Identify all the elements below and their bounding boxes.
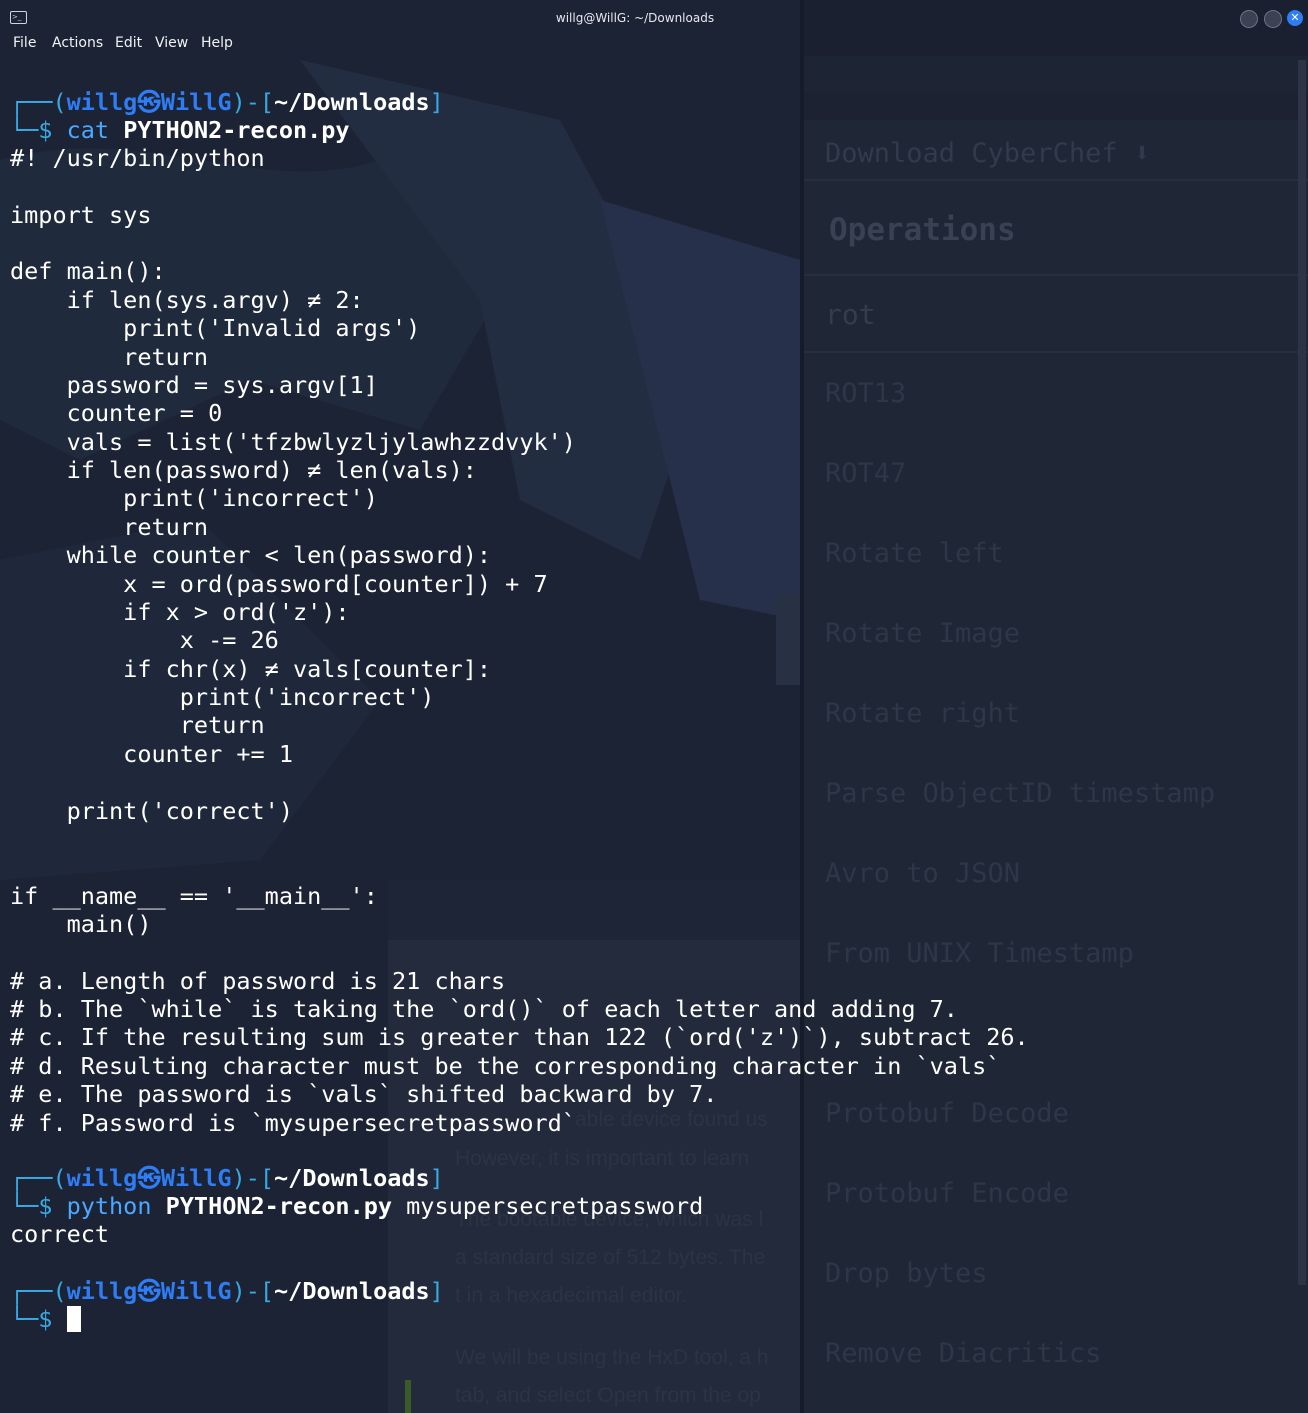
maximize-button[interactable] bbox=[1264, 10, 1282, 28]
menu-edit[interactable]: Edit bbox=[115, 35, 142, 51]
file-line: counter = 0 bbox=[10, 399, 223, 428]
command-extra-arg: mysupersecretpassword bbox=[392, 1192, 704, 1220]
file-line: # b. The `while` is taking the `ord()` o… bbox=[10, 995, 958, 1024]
operation-item[interactable]: Protobuf Decode bbox=[825, 1098, 1069, 1129]
prompt-line: ┌──(willg㉿WillG)-[~/Downloads] bbox=[10, 1164, 444, 1192]
operation-item[interactable]: From UNIX Timestamp bbox=[825, 938, 1134, 969]
article-line: We will be using the HxD tool, a h bbox=[455, 1346, 769, 1369]
file-line: counter += 1 bbox=[10, 739, 293, 768]
file-line: # e. The password is `vals` shifted back… bbox=[10, 1080, 718, 1109]
article-line: t in a hexadecimal editor. bbox=[455, 1284, 688, 1307]
close-button[interactable]: ✕ bbox=[1287, 10, 1303, 26]
file-line: import sys bbox=[10, 200, 152, 229]
close-icon: ✕ bbox=[1290, 11, 1300, 24]
file-line: while counter < len(password): bbox=[10, 541, 492, 570]
file-line: #! /usr/bin/python bbox=[10, 144, 265, 172]
file-line: return bbox=[10, 512, 209, 541]
file-line: # d. Resulting character must be the cor… bbox=[10, 1051, 1001, 1080]
operations-search-input[interactable]: rot bbox=[825, 298, 876, 331]
operation-item[interactable]: Rotate left bbox=[825, 538, 1004, 569]
window-title: willg@WillG: ~/Downloads bbox=[555, 11, 715, 25]
file-line: x = ord(password[counter]) + 7 bbox=[10, 569, 548, 598]
file-line: return bbox=[10, 342, 209, 371]
download-icon: ⬇ bbox=[1133, 138, 1151, 169]
operation-item[interactable]: Remove Diacritics bbox=[825, 1338, 1101, 1369]
article-line: a standard size of 512 bytes. The bbox=[455, 1246, 766, 1269]
current-directory: ~/Downloads bbox=[274, 1164, 430, 1192]
command-line: └─$ python PYTHON2-recon.py mysupersecre… bbox=[10, 1192, 704, 1220]
menu-view[interactable]: View bbox=[155, 35, 188, 51]
command-line: └─$ cat PYTHON2-recon.py bbox=[10, 116, 350, 144]
command-name: python bbox=[66, 1192, 152, 1220]
file-line: x -= 26 bbox=[10, 626, 279, 655]
file-line: print('incorrect') bbox=[10, 484, 378, 513]
user-host: willg㉿WillG bbox=[66, 1277, 232, 1305]
terminal-titlebar[interactable]: >_ willg@WillG: ~/Downloads ✕ bbox=[0, 0, 1308, 34]
article-line: able device found us bbox=[575, 1108, 768, 1131]
text-cursor bbox=[66, 1306, 81, 1332]
operations-title: Operations bbox=[829, 212, 1016, 248]
file-line: return bbox=[10, 711, 265, 740]
article-line: tab, and select Open from the op bbox=[455, 1384, 761, 1407]
file-line: if len(password) ≠ len(vals): bbox=[10, 456, 477, 485]
prompt-line: ┌──(willg㉿WillG)-[~/Downloads] bbox=[10, 88, 444, 116]
operation-item[interactable]: ROT47 bbox=[825, 458, 906, 489]
file-line: if __name__ == '__main__': bbox=[10, 881, 378, 910]
current-directory: ~/Downloads bbox=[274, 88, 430, 116]
file-line: print('incorrect') bbox=[10, 683, 435, 712]
file-line: print('correct') bbox=[10, 796, 293, 825]
file-line: # c. If the resulting sum is greater tha… bbox=[10, 1023, 1029, 1052]
command-name: cat bbox=[66, 116, 110, 144]
operation-item[interactable]: Rotate Image bbox=[825, 618, 1020, 649]
download-cyberchef-label: Download CyberChef ⬇ bbox=[825, 138, 1151, 169]
command-arg: PYTHON2-recon.py bbox=[165, 1192, 393, 1220]
menu-file[interactable]: File bbox=[13, 35, 36, 51]
menu-actions[interactable]: Actions bbox=[52, 35, 103, 51]
user-host: willg㉿WillG bbox=[66, 1164, 232, 1192]
operation-item[interactable]: ROT13 bbox=[825, 378, 906, 409]
file-line: # a. Length of password is 21 chars bbox=[10, 966, 506, 995]
command-line[interactable]: └─$ bbox=[10, 1305, 81, 1333]
operation-item[interactable]: Parse ObjectID timestamp bbox=[825, 778, 1215, 809]
file-line: if x > ord('z'): bbox=[10, 597, 350, 626]
command-arg: PYTHON2-recon.py bbox=[123, 116, 350, 144]
file-line: # f. Password is `mysupersecretpassword` bbox=[10, 1108, 576, 1137]
command-output: correct bbox=[10, 1220, 110, 1248]
file-line: if chr(x) ≠ vals[counter]: bbox=[10, 654, 492, 683]
operation-item[interactable]: Protobuf Encode bbox=[825, 1178, 1069, 1209]
file-line: main() bbox=[10, 909, 152, 938]
operation-item[interactable]: Avro to JSON bbox=[825, 858, 1020, 889]
menu-help[interactable]: Help bbox=[201, 35, 233, 51]
file-line: vals = list('tfzbwlyzljylawhzzdvyk') bbox=[10, 427, 576, 456]
prompt-line: ┌──(willg㉿WillG)-[~/Downloads] bbox=[10, 1277, 444, 1305]
file-line: print('Invalid args') bbox=[10, 314, 421, 343]
user-host: willg㉿WillG bbox=[66, 88, 232, 116]
operation-item[interactable]: Rotate right bbox=[825, 698, 1020, 729]
file-line: def main(): bbox=[10, 257, 166, 286]
operation-item[interactable]: Drop bytes bbox=[825, 1258, 988, 1289]
file-line: password = sys.argv[1] bbox=[10, 370, 378, 399]
file-line: if len(sys.argv) ≠ 2: bbox=[10, 285, 364, 314]
current-directory: ~/Downloads bbox=[274, 1277, 430, 1305]
minimize-button[interactable] bbox=[1240, 10, 1258, 28]
article-line: However, it is important to learn bbox=[455, 1147, 750, 1170]
